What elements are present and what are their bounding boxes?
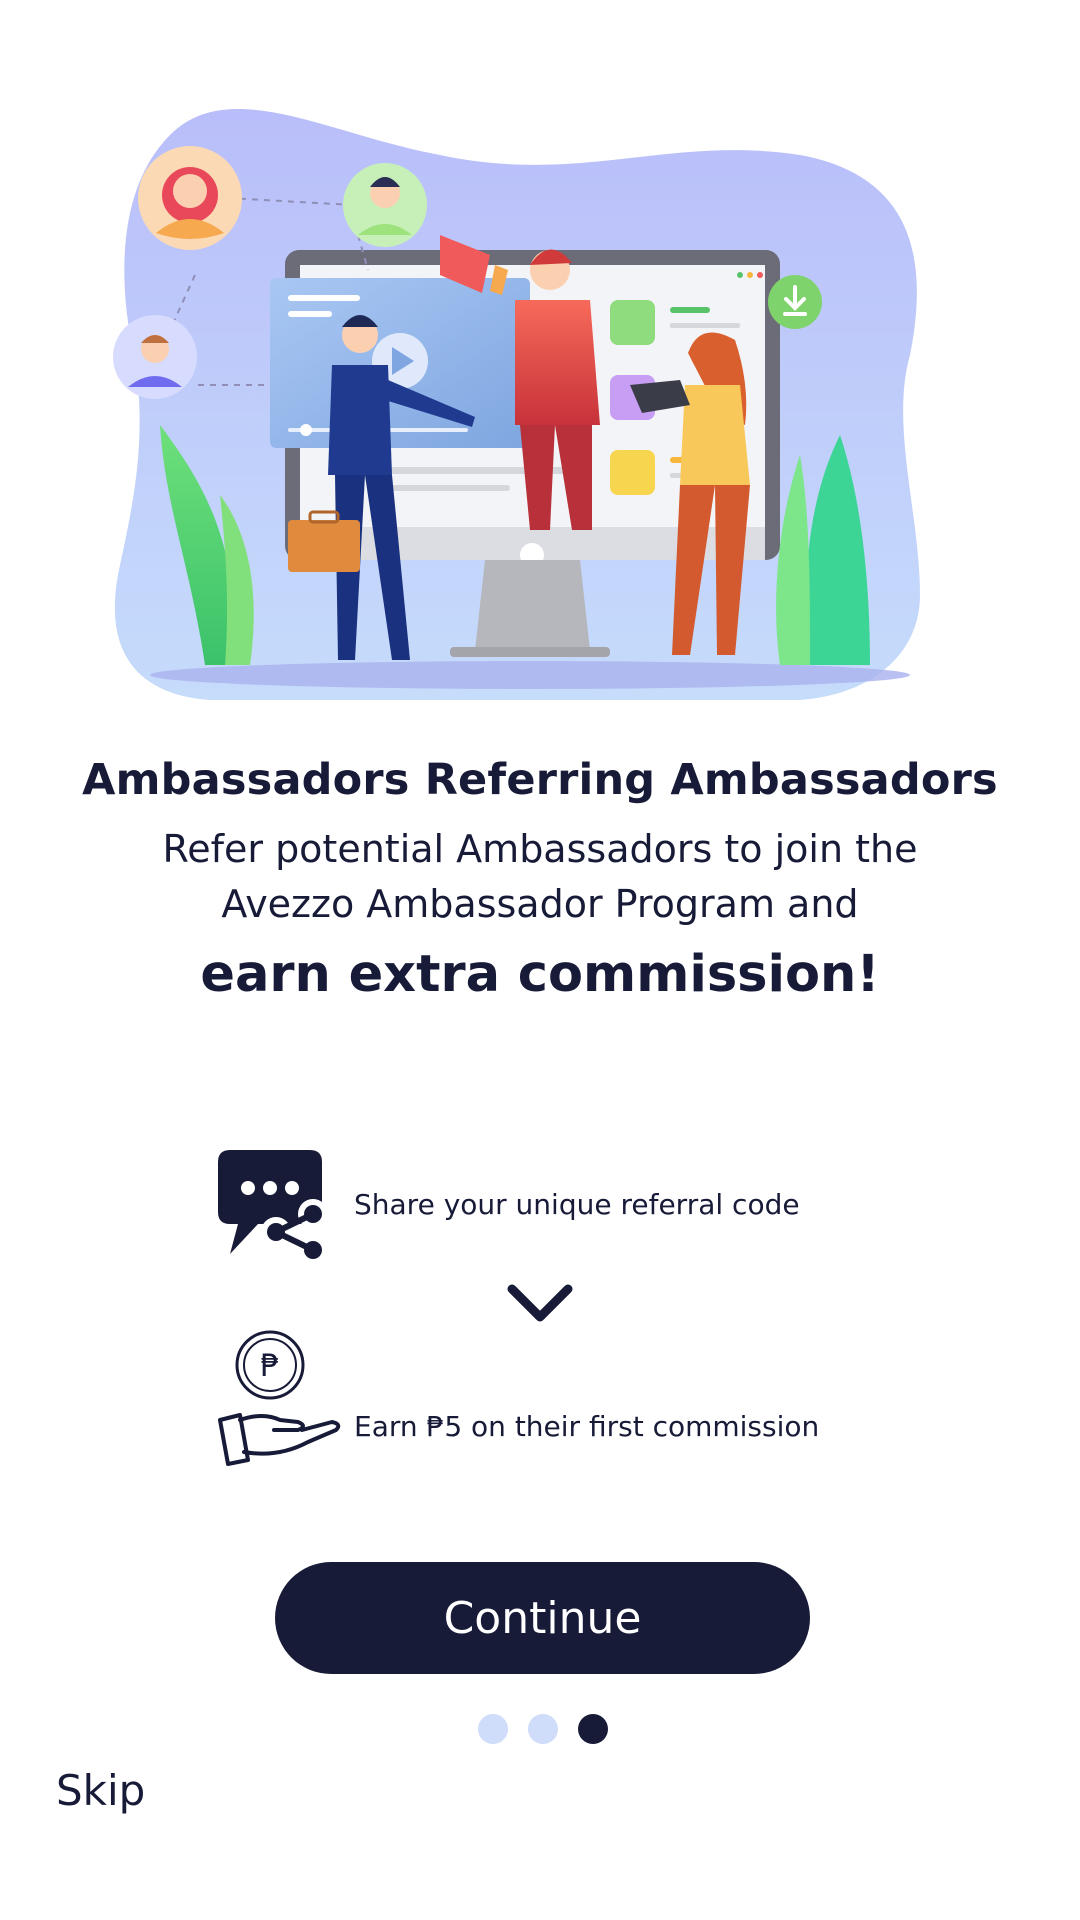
continue-button[interactable]: Continue — [275, 1562, 810, 1674]
pagination-dot-2[interactable] — [528, 1714, 558, 1744]
pagination-dots — [478, 1714, 608, 1744]
step-earn-text: Earn ₱5 on their first commission — [354, 1410, 820, 1443]
peso-coin-hand-icon: ₱ — [218, 1330, 341, 1466]
page-title: Ambassadors Referring Ambassadors — [82, 755, 998, 805]
pagination-dot-1[interactable] — [478, 1714, 508, 1744]
skip-link[interactable]: Skip — [56, 1766, 145, 1815]
hero-illustration — [110, 95, 940, 715]
video-panel-graphic — [270, 278, 530, 448]
pagination-dot-3-active[interactable] — [578, 1714, 608, 1744]
step-share-text: Share your unique referral code — [354, 1188, 800, 1221]
chevron-down-icon — [507, 1284, 573, 1322]
commission-highlight: earn extra commission! — [200, 945, 880, 1004]
download-badge-graphic — [768, 275, 822, 329]
page-subtitle: Refer potential Ambassadors to join the … — [162, 827, 918, 926]
peso-symbol: ₱ — [260, 1349, 279, 1384]
share-chat-icon — [218, 1150, 328, 1265]
